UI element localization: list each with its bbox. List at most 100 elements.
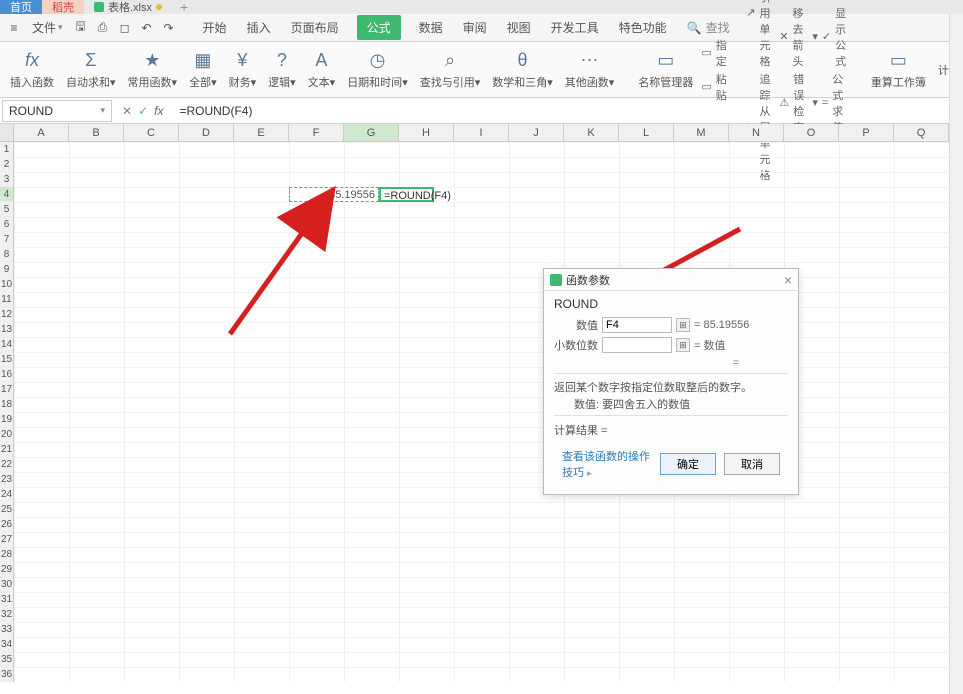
row-header[interactable]: 36	[0, 667, 13, 682]
row-header[interactable]: 6	[0, 217, 13, 232]
col-header[interactable]: K	[564, 124, 619, 141]
cancel-formula-button[interactable]: ✕	[122, 104, 132, 118]
row-header[interactable]: 35	[0, 652, 13, 667]
row-header[interactable]: 22	[0, 457, 13, 472]
row-header[interactable]: 1	[0, 142, 13, 157]
spreadsheet-grid[interactable]: A B C D E F G H I J K L M N O P Q 123456…	[0, 124, 963, 686]
col-header[interactable]: O	[784, 124, 839, 141]
fx-button[interactable]: fx	[154, 104, 163, 118]
col-header[interactable]: J	[509, 124, 564, 141]
save-icon[interactable]: 🖫	[71, 18, 91, 38]
row-header[interactable]: 19	[0, 412, 13, 427]
ribbon-trace-precedents[interactable]: ↗追踪引用单元格	[746, 0, 775, 69]
tab-insert[interactable]: 插入	[245, 15, 273, 40]
row-header[interactable]: 17	[0, 382, 13, 397]
row-header[interactable]: 5	[0, 202, 13, 217]
close-button[interactable]: ×	[784, 272, 792, 288]
tab-dao[interactable]: 稻壳	[42, 0, 84, 14]
row-header[interactable]: 33	[0, 622, 13, 637]
col-header[interactable]: C	[124, 124, 179, 141]
row-header[interactable]: 25	[0, 502, 13, 517]
range-picker-button[interactable]: ⊞	[676, 318, 690, 332]
help-link[interactable]: 查看该函数的操作技巧	[562, 451, 650, 479]
ribbon-remove-arrows[interactable]: ✕移去箭头▾	[779, 5, 818, 69]
ribbon-math[interactable]: θ数学和三角▾	[488, 50, 557, 90]
tab-spreadsheet[interactable]: 表格.xlsx	[84, 0, 172, 14]
dialog-titlebar[interactable]: 函数参数 ×	[544, 269, 798, 291]
tab-view[interactable]: 视图	[505, 15, 533, 40]
row-header[interactable]: 9	[0, 262, 13, 277]
ribbon-finance[interactable]: ¥财务▾	[225, 50, 261, 90]
ok-button[interactable]: 确定	[660, 453, 716, 475]
row-header[interactable]: 30	[0, 577, 13, 592]
param-number-input[interactable]	[602, 317, 672, 333]
row-header[interactable]: 3	[0, 172, 13, 187]
ribbon-paste[interactable]: ▭粘贴	[701, 71, 730, 103]
tab-layout[interactable]: 页面布局	[289, 15, 341, 40]
row-header[interactable]: 34	[0, 637, 13, 652]
ribbon-recalc[interactable]: ▭重算工作簿	[867, 50, 930, 90]
row-header[interactable]: 32	[0, 607, 13, 622]
row-header[interactable]: 8	[0, 247, 13, 262]
row-header[interactable]: 26	[0, 517, 13, 532]
menu-icon[interactable]: ≡	[4, 18, 24, 38]
row-header[interactable]: 7	[0, 232, 13, 247]
tab-review[interactable]: 审阅	[461, 15, 489, 40]
tab-special[interactable]: 特色功能	[617, 15, 669, 40]
row-header[interactable]: 4	[0, 187, 13, 202]
row-header[interactable]: 13	[0, 322, 13, 337]
cancel-button[interactable]: 取消	[724, 453, 780, 475]
cells-area[interactable]: 85.19556 =ROUND(F4)	[14, 142, 963, 682]
row-header[interactable]: 20	[0, 427, 13, 442]
new-tab-button[interactable]: +	[172, 0, 196, 15]
col-header[interactable]: B	[69, 124, 124, 141]
tab-home[interactable]: 首页	[0, 0, 42, 14]
row-header[interactable]: 2	[0, 157, 13, 172]
undo-icon[interactable]: ↶	[137, 18, 157, 38]
param-digits-input[interactable]	[602, 337, 672, 353]
formula-input[interactable]: =ROUND(F4)	[171, 104, 963, 118]
col-header[interactable]: D	[179, 124, 234, 141]
file-menu[interactable]: 文件▾	[26, 19, 69, 36]
ribbon-logic[interactable]: ?逻辑▾	[264, 50, 300, 90]
row-header[interactable]: 28	[0, 547, 13, 562]
row-header[interactable]: 14	[0, 337, 13, 352]
row-header[interactable]: 29	[0, 562, 13, 577]
search-box[interactable]: 🔍 查找	[687, 19, 730, 36]
name-box[interactable]: ROUND ▾	[2, 100, 112, 122]
ribbon-insert-function[interactable]: fx插入函数	[6, 50, 58, 90]
ribbon-autosum[interactable]: Σ自动求和▾	[62, 50, 120, 90]
ribbon-common[interactable]: ★常用函数▾	[124, 50, 182, 90]
col-header[interactable]: N	[729, 124, 784, 141]
cell-f4[interactable]: 85.19556	[289, 187, 379, 202]
col-header[interactable]: M	[674, 124, 729, 141]
ribbon-show-formula[interactable]: ✓显示公式	[822, 5, 851, 69]
row-header[interactable]: 10	[0, 277, 13, 292]
row-header[interactable]: 31	[0, 592, 13, 607]
row-header[interactable]: 16	[0, 367, 13, 382]
preview-icon[interactable]: ◻	[115, 18, 135, 38]
row-header[interactable]: 23	[0, 472, 13, 487]
col-header[interactable]: G	[344, 124, 399, 141]
col-header[interactable]: F	[289, 124, 344, 141]
tab-start[interactable]: 开始	[201, 15, 229, 40]
cell-g4-active[interactable]: =ROUND(F4)	[379, 187, 434, 202]
print-icon[interactable]: ⎙	[93, 18, 113, 38]
row-header[interactable]: 12	[0, 307, 13, 322]
range-picker-button[interactable]: ⊞	[676, 338, 690, 352]
row-header[interactable]: 24	[0, 487, 13, 502]
select-all-corner[interactable]	[0, 124, 14, 141]
ribbon-other[interactable]: ⋯其他函数▾	[561, 50, 619, 90]
ribbon-datetime[interactable]: ◷日期和时间▾	[343, 50, 412, 90]
col-header[interactable]: H	[399, 124, 454, 141]
col-header[interactable]: A	[14, 124, 69, 141]
row-header[interactable]: 15	[0, 352, 13, 367]
ribbon-lookup[interactable]: ⌕查找与引用▾	[416, 50, 485, 90]
ribbon-text[interactable]: A文本▾	[304, 50, 340, 90]
tab-dev[interactable]: 开发工具	[549, 15, 601, 40]
col-header[interactable]: Q	[894, 124, 949, 141]
tab-data[interactable]: 数据	[417, 15, 445, 40]
tab-formula[interactable]: 公式	[357, 15, 401, 40]
row-header[interactable]: 21	[0, 442, 13, 457]
accept-formula-button[interactable]: ✓	[138, 104, 148, 118]
